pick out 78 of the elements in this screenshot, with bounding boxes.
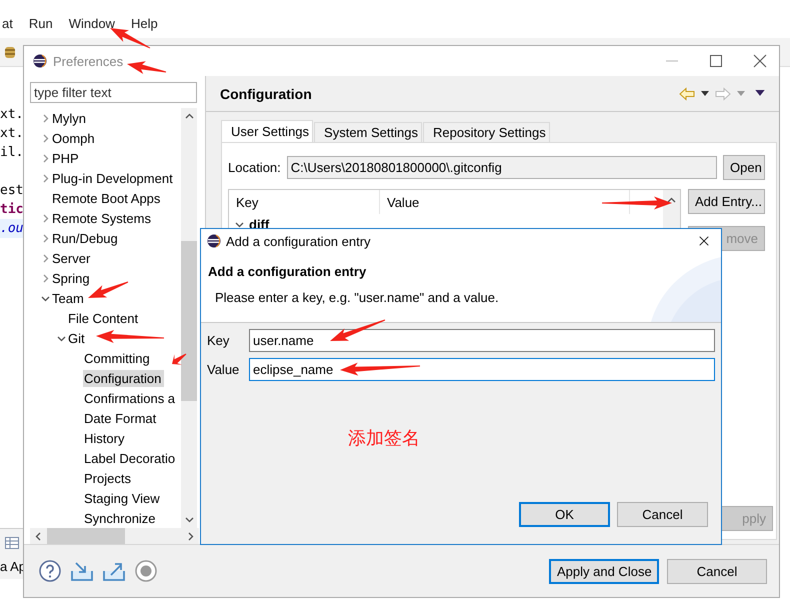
scrollbar[interactable] (181, 108, 197, 528)
column-header[interactable]: Key (229, 190, 380, 214)
ok-button[interactable]: OK (519, 502, 610, 527)
tree-item[interactable]: Committing (83, 350, 153, 366)
tree-item[interactable]: Date Format (83, 410, 160, 426)
dialog-message: Please enter a key, e.g. "user.name" and a value. (214, 290, 500, 305)
chevron-left-icon[interactable] (34, 532, 43, 540)
dialog-heading: Add a configuration entry (208, 264, 368, 279)
forward-arrow-icon[interactable] (715, 86, 731, 100)
location-label: Location: (228, 160, 281, 175)
dropdown-icon[interactable] (701, 90, 709, 96)
view-menu-icon[interactable] (755, 90, 765, 97)
tree-item[interactable]: File Content (67, 310, 142, 326)
code-line: xt. (0, 125, 23, 143)
annotation-text: 添加签名 (348, 427, 421, 450)
input-field[interactable]: eclipse_name (249, 358, 715, 381)
annotation-arrow (330, 320, 386, 341)
menu-item[interactable]: Window (66, 16, 117, 30)
chevron-down-icon[interactable] (184, 515, 194, 524)
code-line: xt. (0, 106, 23, 124)
tree-item[interactable]: Mylyn (51, 110, 89, 126)
code-line: il. (0, 144, 23, 162)
tree-item[interactable]: Configuration (83, 370, 164, 386)
chevron-up-icon[interactable] (667, 196, 676, 205)
tab[interactable]: User Settings (221, 120, 314, 142)
tree-item[interactable]: Server (51, 250, 94, 266)
back-arrow-icon[interactable] (679, 86, 695, 100)
cancel-button[interactable]: Cancel (667, 558, 767, 584)
tab[interactable]: Repository Settings (422, 122, 550, 142)
tree-item[interactable]: Projects (83, 470, 134, 486)
tree-item[interactable]: Synchronize (83, 510, 159, 526)
table-icon[interactable] (5, 537, 19, 549)
scrollbar[interactable] (30, 528, 199, 544)
tree-item[interactable]: Spring (51, 270, 93, 286)
record-icon[interactable] (134, 559, 158, 583)
tab[interactable]: System Settings (314, 122, 422, 142)
tree-item[interactable]: History (83, 430, 128, 446)
window-title: Preferences (53, 54, 124, 68)
add-entry-button[interactable]: Add Entry... (688, 189, 765, 214)
field-label: Value (207, 362, 240, 377)
chevron-up-icon[interactable] (184, 112, 194, 121)
annotation-arrow (602, 196, 672, 210)
app-logo-icon (207, 234, 221, 248)
tree-item[interactable]: Run/Debug (51, 230, 121, 246)
filter-field[interactable]: type filter text (30, 82, 197, 103)
location-field[interactable]: C:\Users\20180801800000\.gitconfig (286, 156, 717, 179)
app-logo-icon (33, 54, 47, 68)
tree-item[interactable]: Team (51, 290, 87, 306)
tree-item[interactable]: Oomph (51, 130, 98, 146)
annotation-arrow (88, 282, 128, 298)
tree-item[interactable]: Remote Systems (51, 210, 154, 226)
page-title: Configuration (220, 86, 312, 102)
tree-item[interactable]: Git (67, 330, 88, 346)
input-field[interactable]: user.name (249, 329, 715, 352)
apply-and-close-button[interactable]: Apply and Close (549, 558, 659, 584)
tree-item[interactable]: Staging View (83, 490, 163, 506)
annotation-arrow (172, 354, 186, 365)
cancel-button[interactable]: Cancel (617, 502, 708, 527)
menu-item[interactable]: Run (26, 16, 55, 30)
menu-item[interactable]: Help (128, 16, 160, 30)
tree-item[interactable]: Remote Boot Apps (51, 190, 164, 206)
code-line: est (0, 182, 23, 200)
chevron-right-icon[interactable] (186, 532, 195, 540)
code-line: tic (0, 201, 23, 219)
annotation-arrow (96, 330, 164, 343)
tree-item[interactable]: Label Decoratio (83, 450, 178, 466)
open-button[interactable]: Open (723, 155, 765, 180)
tree-item[interactable]: PHP (51, 150, 82, 166)
menu-item[interactable]: at (0, 16, 15, 30)
close-icon[interactable] (753, 54, 767, 68)
help-icon[interactable] (38, 559, 62, 583)
tree-item[interactable]: Confirmations a (83, 390, 178, 406)
dialog-title: Add a configuration entry (226, 234, 371, 248)
field-label: Key (207, 333, 230, 348)
annotation-arrow (127, 61, 166, 74)
maximize-icon[interactable] (709, 54, 723, 68)
bug-icon[interactable] (2, 44, 18, 60)
tree-item[interactable]: Plug-in Development (51, 170, 176, 186)
